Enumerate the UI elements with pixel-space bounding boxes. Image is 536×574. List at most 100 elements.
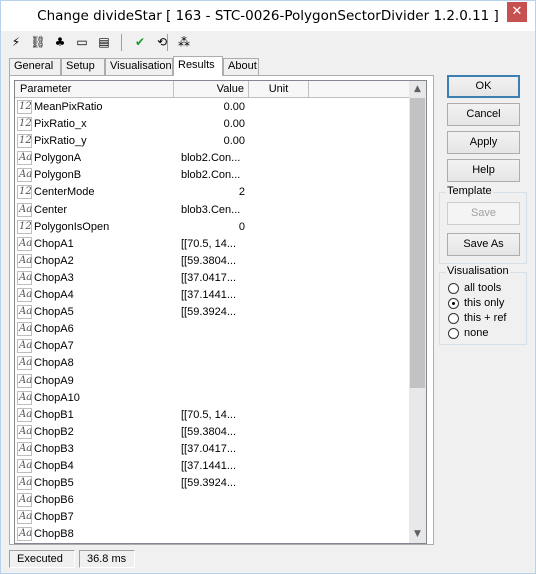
tab-visualisation[interactable]: Visualisation <box>105 58 173 75</box>
scroll-up-arrow-icon[interactable]: ▲ <box>409 81 426 98</box>
parameter-name: CenterMode <box>34 186 95 199</box>
parameter-name: ChopA2 <box>34 254 74 267</box>
parameter-value: [[70.5, 14... <box>181 408 237 421</box>
numeric-type-icon: 12 <box>17 100 32 114</box>
table-row[interactable]: 12 PolygonIsOpen 0 <box>15 219 415 236</box>
parameter-name: ChopB4 <box>34 459 74 472</box>
parameter-name: ChopA4 <box>34 289 74 302</box>
table-row[interactable]: Aa ChopA2 [[59.3804... <box>15 253 415 270</box>
apply-button[interactable]: Apply <box>447 131 520 154</box>
parameter-value: 0.00 <box>223 101 245 113</box>
text-type-icon: Aa <box>17 322 33 337</box>
scroll-down-arrow-icon[interactable]: ▼ <box>409 526 426 543</box>
radio-circle-icon[interactable] <box>448 298 459 309</box>
text-type-icon: Aa <box>17 390 33 405</box>
column-header-unit[interactable]: Unit <box>249 81 309 97</box>
column-header-parameter[interactable]: Parameter <box>15 81 174 97</box>
parameter-value: blob2.Con... <box>181 152 241 165</box>
table-row[interactable]: 12 CenterMode 2 <box>15 184 415 201</box>
parameter-value: [[37.0417... <box>181 442 237 455</box>
close-button[interactable]: ✕ <box>507 2 527 22</box>
radio-circle-icon[interactable] <box>448 328 459 339</box>
parameter-name: ChopA10 <box>34 391 80 404</box>
table-row[interactable]: Aa ChopB4 [[37.1441... <box>15 458 415 475</box>
text-type-icon: Aa <box>17 424 33 439</box>
network-icon[interactable]: ⁂ <box>175 33 193 51</box>
visualisation-group: Visualisation all tools this only this + r… <box>439 265 527 345</box>
parameter-value: blob2.Con... <box>181 169 241 182</box>
cancel-button[interactable]: Cancel <box>447 103 520 126</box>
results-grid[interactable]: Parameter Value Unit 12 MeanPixRatio 0.00 1… <box>14 80 427 544</box>
text-type-icon: Aa <box>17 168 33 183</box>
table-row[interactable]: Aa ChopB2 [[59.3804... <box>15 424 415 441</box>
title-bar[interactable]: Change divideStar [ 163 - STC-0026-Polyg… <box>1 1 535 31</box>
parameter-name: ChopA8 <box>34 357 74 370</box>
table-row[interactable]: Aa ChopA8 <box>15 355 415 372</box>
table-row[interactable]: Aa Center blob3.Cen... <box>15 202 415 219</box>
column-header-value[interactable]: Value <box>174 81 249 97</box>
text-type-icon: Aa <box>17 356 33 371</box>
tab-general[interactable]: General <box>9 58 61 75</box>
tab-results[interactable]: Results <box>173 56 223 76</box>
template-save-button[interactable]: Save <box>447 202 520 225</box>
puzzle-icon[interactable]: ♣ <box>51 33 69 51</box>
table-row[interactable]: Aa ChopB6 <box>15 492 415 509</box>
ok-button[interactable]: OK <box>447 75 520 98</box>
parameter-name: ChopA6 <box>34 323 74 336</box>
table-row[interactable]: 12 PixRatio_x 0.00 <box>15 116 415 133</box>
text-type-icon: Aa <box>17 253 33 268</box>
checkmark-icon[interactable]: ✔ <box>131 33 149 51</box>
table-row[interactable]: Aa ChopA1 [[70.5, 14... <box>15 236 415 253</box>
table-row[interactable]: Aa ChopB3 [[37.0417... <box>15 441 415 458</box>
text-type-icon: Aa <box>17 339 33 354</box>
help-button[interactable]: Help <box>447 159 520 182</box>
table-row[interactable]: Aa ChopB1 [[70.5, 14... <box>15 407 415 424</box>
tab-setup[interactable]: Setup <box>61 58 105 75</box>
parameter-value: [[59.3924... <box>181 306 237 319</box>
vertical-scrollbar[interactable]: ▲ ▼ <box>409 81 426 543</box>
table-row[interactable]: Aa ChopB5 [[59.3924... <box>15 475 415 492</box>
table-row[interactable]: Aa ChopA3 [[37.0417... <box>15 270 415 287</box>
scrollbar-thumb[interactable] <box>410 98 425 388</box>
parameter-value: [[37.0417... <box>181 271 237 284</box>
parameter-name: ChopA7 <box>34 340 74 353</box>
table-row[interactable]: Aa ChopA5 [[59.3924... <box>15 304 415 321</box>
table-row[interactable]: Aa ChopA7 <box>15 338 415 355</box>
template-save-as-button[interactable]: Save As <box>447 233 520 256</box>
link-icon[interactable]: ⛓ <box>29 33 47 51</box>
toolbar-separator <box>167 34 168 51</box>
parameter-value: [[59.3924... <box>181 477 237 490</box>
lightning-icon[interactable]: ⚡ <box>7 33 25 51</box>
table-row[interactable]: Aa ChopB7 <box>15 509 415 526</box>
table-row[interactable]: 12 MeanPixRatio 0.00 <box>15 99 415 116</box>
table-row[interactable]: Aa ChopA9 <box>15 373 415 390</box>
text-type-icon: Aa <box>17 305 33 320</box>
text-type-icon: Aa <box>17 527 33 542</box>
text-type-icon: Aa <box>17 476 33 491</box>
table-row[interactable]: Aa PolygonB blob2.Con... <box>15 167 415 184</box>
radio-label: this + ref <box>464 312 507 324</box>
run-icon[interactable]: ⟲ <box>153 33 171 51</box>
table-row[interactable]: Aa ChopA10 <box>15 390 415 407</box>
document-icon[interactable]: ▤ <box>95 33 113 51</box>
radio-circle-icon[interactable] <box>448 313 459 324</box>
parameter-name: ChopA9 <box>34 374 74 387</box>
radio-circle-icon[interactable] <box>448 283 459 294</box>
table-row[interactable]: Aa ChopA6 <box>15 321 415 338</box>
text-type-icon: Aa <box>17 270 33 285</box>
text-type-icon: Aa <box>17 288 33 303</box>
parameter-name: ChopB7 <box>34 511 74 524</box>
tab-about[interactable]: About <box>223 58 259 75</box>
parameter-name: PixRatio_x <box>34 118 87 131</box>
text-type-icon: Aa <box>17 493 33 508</box>
table-row[interactable]: Aa PolygonA blob2.Con... <box>15 150 415 167</box>
parameter-name: ChopA1 <box>34 237 74 250</box>
table-row[interactable]: 12 PixRatio_y 0.00 <box>15 133 415 150</box>
numeric-type-icon: 12 <box>17 134 32 149</box>
table-row[interactable]: Aa ChopA4 [[37.1441... <box>15 287 415 304</box>
text-type-icon: Aa <box>17 151 33 166</box>
radio-selected-dot-icon <box>452 302 455 305</box>
grid-rows: 12 MeanPixRatio 0.00 12 PixRatio_x 0.00 12 PixR… <box>15 99 415 543</box>
console-icon[interactable]: ▭ <box>73 33 91 51</box>
table-row[interactable]: Aa ChopB8 <box>15 526 415 543</box>
